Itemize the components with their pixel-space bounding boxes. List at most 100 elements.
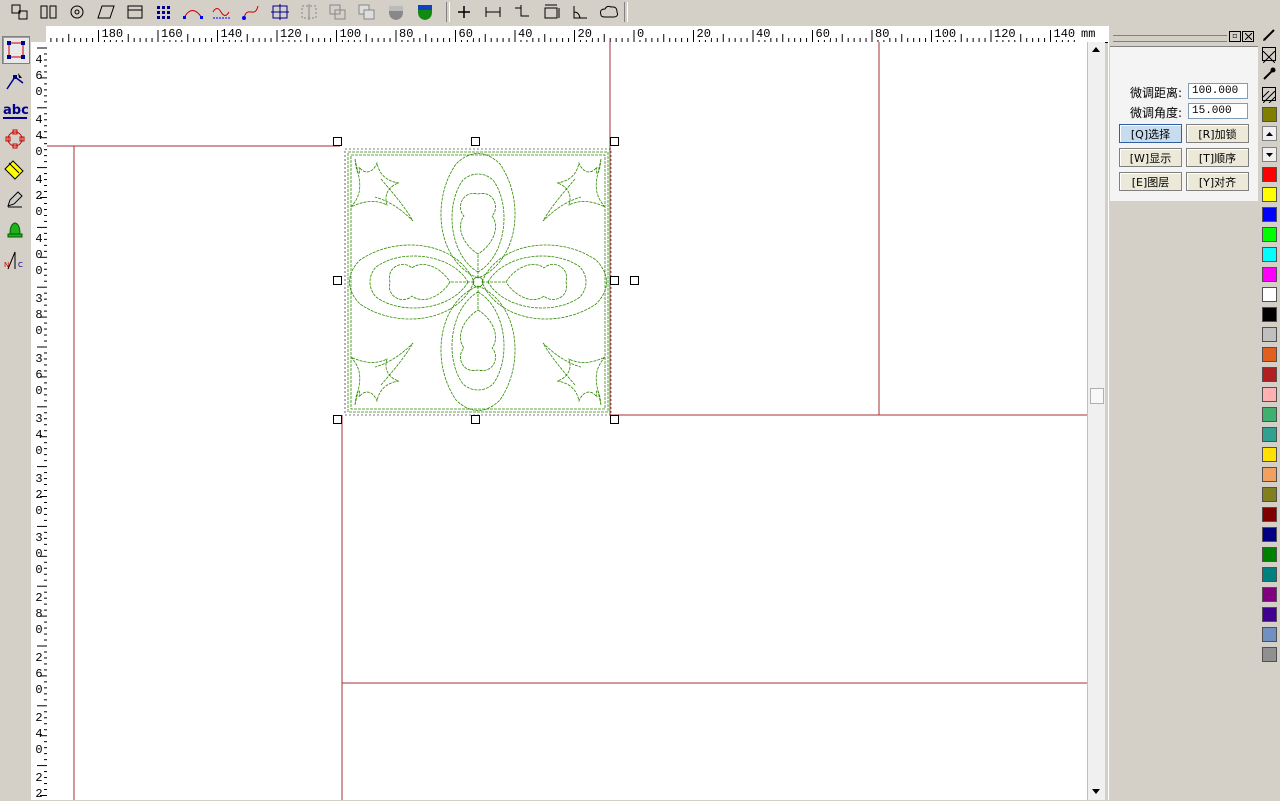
scroll-thumb[interactable] [1090,388,1104,404]
selection-handle[interactable] [610,137,619,146]
measure-icon[interactable] [481,1,505,23]
design-canvas[interactable] [47,42,1087,800]
selection-handle[interactable] [610,276,619,285]
stitch-param-icon[interactable]: NC [2,248,28,274]
ruler-label: 2 [35,770,43,785]
lock-button[interactable]: [R]加锁 [1186,124,1249,143]
size-frame-icon[interactable] [539,1,563,23]
color-swatch[interactable] [1262,327,1277,342]
color-swatch[interactable] [1262,527,1277,542]
ruler-label: 120 [994,27,1016,41]
ruler-label: 160 [161,27,183,41]
color-swatch[interactable] [1262,267,1277,282]
ruler-label: 0 [35,85,43,99]
vertical-scrollbar[interactable] [1087,42,1105,800]
ruler-label: 2 [35,591,43,606]
color-swatch[interactable] [1262,187,1277,202]
selection-handle[interactable] [333,415,342,424]
color-swatch[interactable] [1262,307,1277,322]
align-button[interactable]: [Y]对齐 [1186,172,1249,191]
palette-up-arrow-icon[interactable] [1262,126,1277,141]
circle-target-icon[interactable] [2,126,28,152]
layer-button[interactable]: [E]图层 [1119,172,1182,191]
palette-down-arrow-icon[interactable] [1262,147,1277,162]
text-tool-icon[interactable]: abc [2,98,28,124]
selection-handle[interactable] [333,276,342,285]
color-swatch[interactable] [1262,647,1277,662]
ruler-label: 0 [35,547,43,562]
rotation-handle[interactable] [630,276,639,285]
micro-distance-input[interactable] [1188,83,1248,99]
color-swatch[interactable] [1262,287,1277,302]
selection-handle[interactable] [471,137,480,146]
selection-handle[interactable] [471,415,480,424]
overlap-frame-icon[interactable] [326,1,350,23]
parallelogram-icon[interactable] [94,1,118,23]
selection-handle[interactable] [333,137,342,146]
select-rect-icon[interactable] [2,36,30,64]
color-swatch[interactable] [1262,487,1277,502]
close-icon[interactable] [1242,31,1254,42]
eyedropper-icon[interactable] [1261,66,1277,82]
pattern-fill-icon[interactable] [1262,87,1276,104]
color-swatch[interactable] [1262,627,1277,642]
selection-handle[interactable] [610,415,619,424]
order-button[interactable]: [T]顺序 [1186,148,1249,167]
cloud-icon[interactable] [597,1,621,23]
green-shield-icon[interactable] [413,1,437,23]
mirror-icon[interactable] [37,1,61,23]
color-swatch[interactable] [1262,347,1277,362]
scroll-up-arrow-icon[interactable] [1090,42,1102,56]
ruler-label: 0 [35,324,43,339]
merge-frame-icon[interactable] [355,1,379,23]
color-palette [1258,26,1280,800]
restore-icon[interactable]: ▫ [1229,31,1241,42]
scroll-down-arrow-icon[interactable] [1090,784,1102,798]
pen-edit-icon[interactable] [2,186,28,212]
color-swatch[interactable] [1262,247,1277,262]
angle-icon[interactable] [568,1,592,23]
gray-shield-icon[interactable] [384,1,408,23]
color-swatch[interactable] [1262,227,1277,242]
crop-frame-icon[interactable] [268,1,292,23]
color-swatch[interactable] [1262,607,1277,622]
ruler-label: 0 [35,248,43,263]
ruler-corner [31,26,46,42]
plus-icon[interactable] [452,1,476,23]
grid-array-icon[interactable] [152,1,176,23]
color-swatch[interactable] [1262,507,1277,522]
color-swatch[interactable] [1262,427,1277,442]
micro-angle-input[interactable] [1188,103,1248,119]
ruler-label: 60 [458,27,473,41]
display-button[interactable]: [W]显示 [1119,148,1182,167]
ruler-label: 0 [35,503,43,518]
select-button[interactable]: [Q]选择 [1119,124,1182,143]
pencil-icon[interactable] [1261,27,1277,43]
wave-curve-icon[interactable] [210,1,234,23]
rectangle-frame-icon[interactable] [123,1,147,23]
color-swatch[interactable] [1262,467,1277,482]
color-swatch[interactable] [1262,547,1277,562]
node-tool-icon[interactable] [2,68,28,94]
current-color-swatch[interactable] [1262,107,1277,122]
color-swatch[interactable] [1262,407,1277,422]
color-swatch[interactable] [1262,447,1277,462]
gear-shape-icon[interactable] [65,1,89,23]
spline-tool-icon[interactable] [239,1,263,23]
curve-node-icon[interactable] [181,1,205,23]
color-swatch[interactable] [1262,387,1277,402]
ruler-label: 180 [101,27,124,41]
color-swatch[interactable] [1262,167,1277,182]
x-box-icon[interactable] [1262,47,1276,64]
color-swatch[interactable] [1262,587,1277,602]
node-edit-icon[interactable] [8,1,32,23]
fill-bucket-icon[interactable] [2,156,28,182]
dotted-frame-icon[interactable] [297,1,321,23]
ruler-label: 100 [934,27,957,41]
color-swatch[interactable] [1262,207,1277,222]
ruler-label: 140 [220,27,243,41]
color-swatch[interactable] [1262,567,1277,582]
bell-tool-icon[interactable] [2,216,28,242]
step-icon[interactable] [510,1,534,23]
color-swatch[interactable] [1262,367,1277,382]
